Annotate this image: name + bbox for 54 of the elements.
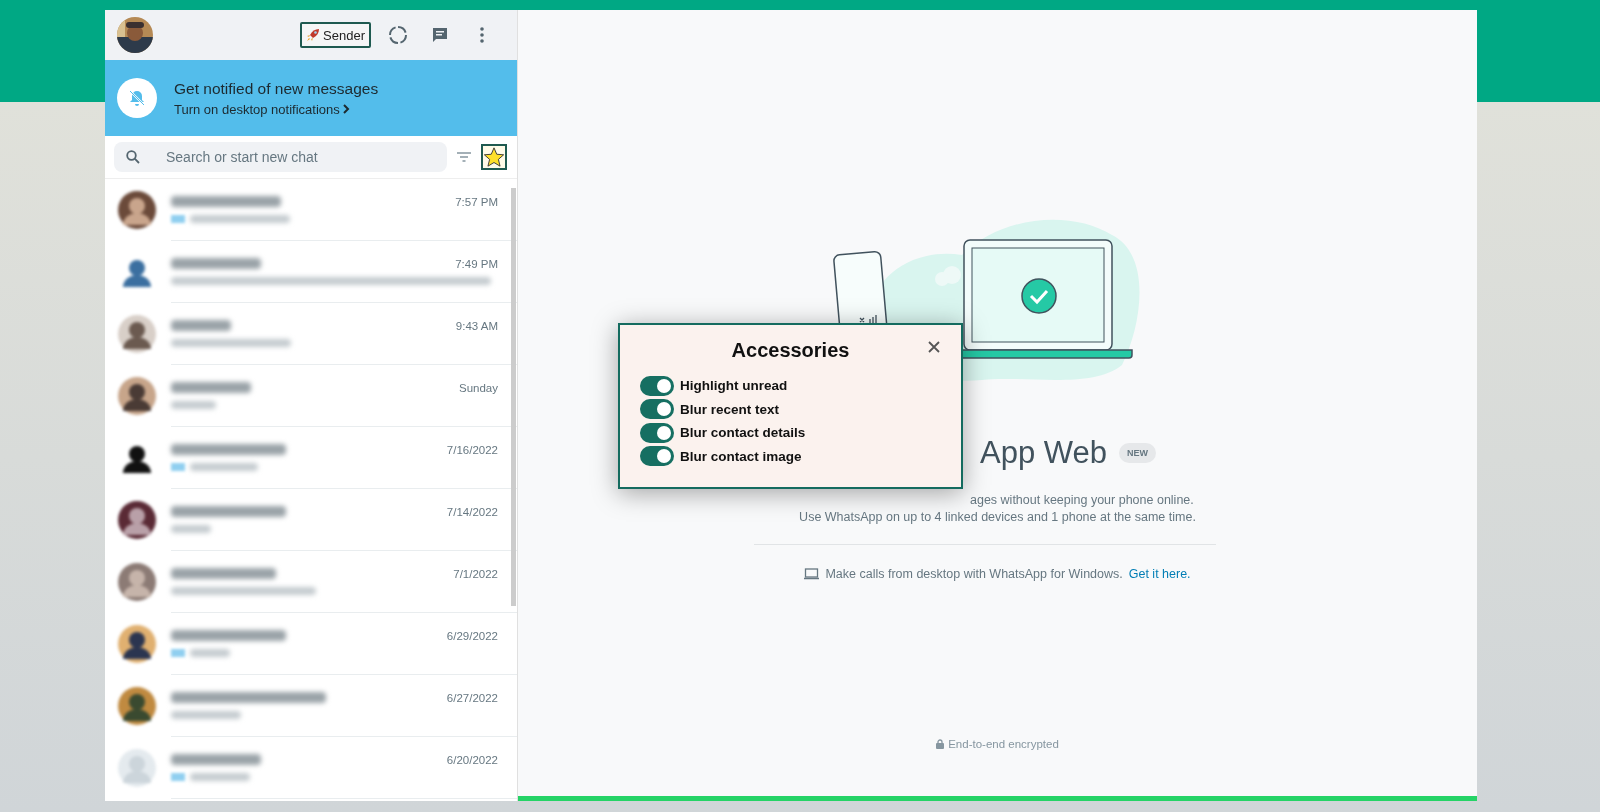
description-line: ages without keeping your phone online. <box>969 493 1195 509</box>
blurred-message <box>190 463 258 471</box>
chat-row[interactable]: 6/29/2022 <box>105 613 517 675</box>
chat-row[interactable]: 6/20/2022 <box>105 737 517 799</box>
blurred-message <box>171 525 211 533</box>
get-it-link[interactable]: Get it here. <box>1128 567 1191 581</box>
lock-icon <box>936 739 945 749</box>
chat-row[interactable]: 7/16/2022 <box>105 427 517 489</box>
calls-text: Make calls from desktop with WhatsApp for Windows. <box>825 567 1123 581</box>
encryption-note: End-to-end encrypted <box>948 738 1059 750</box>
chat-time: 7/14/2022 <box>446 505 498 518</box>
toggle-switch[interactable] <box>640 399 674 420</box>
rocket-icon <box>306 28 321 42</box>
welcome-title: App Web <box>980 435 1107 471</box>
notifications-link[interactable]: Turn on desktop notifications <box>174 101 379 117</box>
blurred-message <box>171 711 241 719</box>
chat-time: 6/29/2022 <box>446 629 498 642</box>
chat-row[interactable]: 7/14/2022 <box>105 489 517 551</box>
sender-button[interactable]: Sender <box>300 22 371 48</box>
toggle-label: Blur contact image <box>680 448 802 464</box>
search-icon <box>126 150 140 164</box>
chevron-icon <box>342 104 350 114</box>
blurred-message <box>171 401 216 409</box>
star-button[interactable] <box>481 144 507 170</box>
blurred-message <box>190 773 250 781</box>
chat-time: 7/1/2022 <box>453 567 498 580</box>
chat-time: 7:57 PM <box>455 195 498 208</box>
toggle-label: Blur recent text <box>680 401 780 417</box>
search-field[interactable]: Search or start new chat <box>114 142 447 172</box>
chat-row[interactable]: 7/1/2022 <box>105 551 517 613</box>
dialog-title: Accessories <box>730 339 851 362</box>
chat-row[interactable]: 9:43 AM <box>105 303 517 365</box>
chat-row[interactable]: 7:49 PM <box>105 241 517 303</box>
blurred-name <box>171 320 231 331</box>
toggle-switch[interactable] <box>640 375 674 396</box>
chat-time: Sunday <box>459 381 498 394</box>
chat-row[interactable]: 6/27/2022 <box>105 675 517 737</box>
chat-time: 6/27/2022 <box>446 691 498 704</box>
bell-off-icon <box>117 78 157 118</box>
chat-time: 9:43 AM <box>455 319 498 332</box>
chat-time: 7:49 PM <box>455 257 498 270</box>
toggle-switch[interactable] <box>640 446 674 467</box>
chat-time: 7/16/2022 <box>446 443 498 456</box>
chat-row[interactable]: 7:57 PM <box>105 179 517 241</box>
toggle-switch[interactable] <box>640 422 674 443</box>
blurred-message <box>190 649 230 657</box>
toggle-label: Blur contact details <box>680 425 806 441</box>
laptop-icon <box>804 568 820 580</box>
chat-time: 6/20/2022 <box>446 753 498 766</box>
description-line: Use WhatsApp on up to 4 linked devices and 1 phone at the same time. <box>798 510 1197 524</box>
banner-title: Get notified of new messages <box>174 79 379 98</box>
toggle-label: Highlight unread <box>680 378 788 394</box>
new-badge: NEW <box>1118 443 1156 463</box>
close-icon[interactable] <box>927 341 941 355</box>
